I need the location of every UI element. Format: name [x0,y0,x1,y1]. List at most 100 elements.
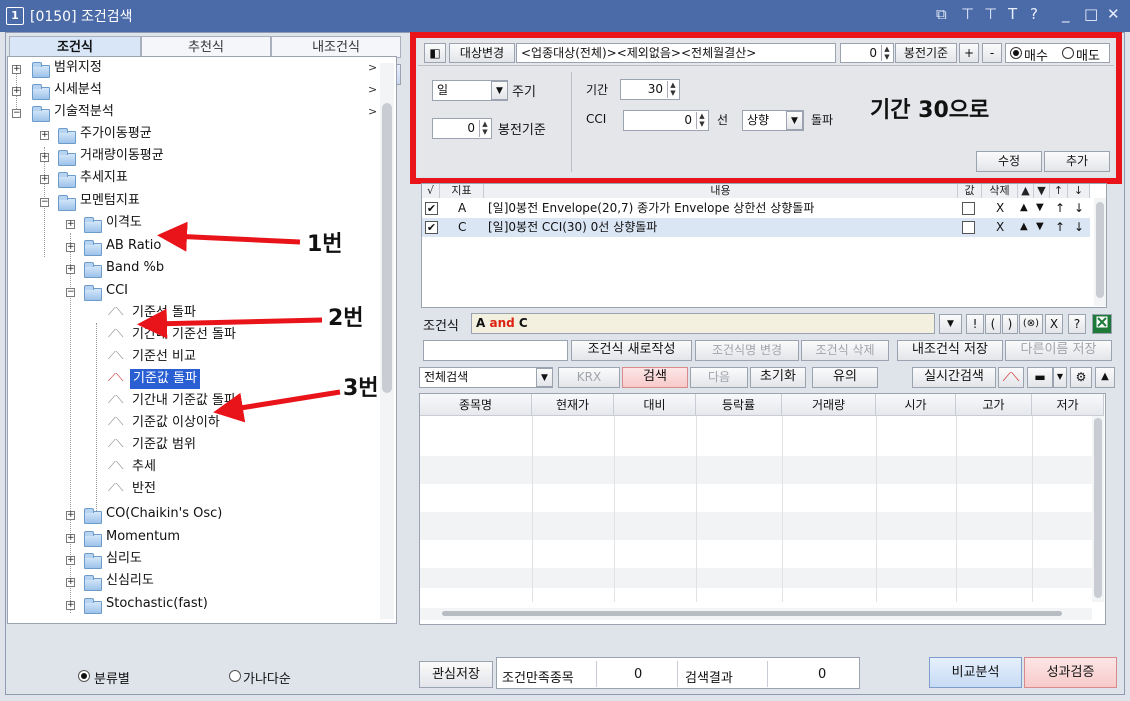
row-c-move-bottom-icon[interactable]: ↓ [1074,218,1084,236]
formula-value: A and C [476,316,528,330]
col-stock-name[interactable]: 종목명 [420,394,532,416]
rename-formula-button[interactable]: 조건식명 변경 [695,340,799,361]
col-low[interactable]: 저가 [1032,394,1104,416]
delete-formula-button[interactable]: 조건식 삭제 [801,340,889,361]
annotation-step-2: 2번 [328,306,364,331]
collapse-up-icon[interactable]: ▲ [1095,367,1115,388]
stop-icon[interactable]: ▬ [1027,367,1053,388]
formula-help-button[interactable]: ? [1068,314,1086,334]
period-label: 주기 [512,85,536,100]
row-a-checkbox[interactable]: ✔ [425,202,438,215]
save-my-formula-button[interactable]: 내조건식 저장 [897,340,1003,361]
formula-input[interactable]: A and C [471,313,935,334]
col-current-price[interactable]: 현재가 [532,394,614,416]
row-a-move-down-icon[interactable]: ▼ [1036,199,1044,217]
row-c-move-down-icon[interactable]: ▼ [1036,218,1044,236]
caution-button[interactable]: 유의 [812,367,878,388]
annotation-step-3: 3번 [343,376,379,401]
term-spinner-icon[interactable]: ▲ ▼ [667,81,678,98]
buy-radio[interactable] [1010,47,1022,59]
formula-close-paren-button[interactable]: ) [1002,314,1018,334]
target-text-field: <업종대상(전체)><제외없음><전체월결산> [516,43,836,63]
new-formula-button[interactable]: 조건식 새로작성 [571,340,692,361]
bong2-label: 봉전기준 [498,123,546,138]
result-count-value: 0 [818,667,827,682]
target-change-button[interactable]: 대상변경 [449,43,515,63]
excel-icon[interactable] [1092,314,1112,334]
result-hscrollbar[interactable] [420,608,1092,620]
search-button[interactable]: 검색 [622,367,688,388]
row-a-move-bottom-icon[interactable]: ↓ [1074,199,1084,217]
realtime-search-button[interactable]: 실시간검색 [912,367,996,388]
col-volume[interactable]: 거래량 [782,394,876,416]
col-open[interactable]: 시가 [876,394,956,416]
col-high[interactable]: 고가 [956,394,1032,416]
krx-button[interactable]: KRX [558,367,620,388]
row-c-move-up-icon[interactable]: ▲ [1020,218,1028,236]
row-c-content[interactable]: [일]0봉전 CCI(30) 0선 상향돌파 [488,218,657,236]
row-c-delete[interactable]: X [996,218,1004,236]
row-a-move-up-icon[interactable]: ▲ [1020,199,1028,217]
formula-label: 조건식 [423,319,459,334]
col-change-rate[interactable]: 등락률 [696,394,782,416]
search-scope-select[interactable]: 전체검색 [419,367,553,388]
row-c-move-top-icon[interactable]: ↑ [1055,218,1065,236]
row-c-checkbox[interactable]: ✔ [425,221,438,234]
row-a-id: A [458,201,467,215]
sell-radio[interactable] [1062,47,1074,59]
expand-panel-icon[interactable]: ◧ [424,43,446,63]
formula-not-button[interactable]: ! [966,314,984,334]
row-c-value-checkbox[interactable] [962,221,975,234]
row-a-value-checkbox[interactable] [962,202,975,215]
col-value: 값 [958,184,982,198]
col-indicator: 지표 [440,184,484,198]
matched-value: 0 [634,667,643,682]
break-label: 돌파 [811,113,834,127]
performance-verify-button[interactable]: 성과검증 [1024,657,1117,688]
col-change[interactable]: 대비 [614,394,696,416]
matched-label: 조건만족종목 [502,671,574,686]
formula-name-input[interactable] [423,340,568,361]
result-vscrollbar[interactable] [1092,416,1104,602]
chart-line-icon[interactable]: ⟋⟍ [998,367,1024,388]
col-down: ▼ [1034,184,1050,198]
search-scope-dropdown-icon[interactable]: ▼ [536,368,553,387]
annotation-term-30: 기간 30으로 [870,98,990,123]
col-check: √ [422,184,440,198]
reset-button[interactable]: 초기화 [750,367,806,388]
col-top: ↑ [1050,184,1068,198]
result-grid: 종목명 현재가 대비 등락률 거래량 시가 고가 저가 [419,393,1106,625]
bong-spinner-icon[interactable]: ▲ ▼ [881,45,892,61]
options-dropdown-icon[interactable]: ▼ [1053,367,1067,388]
save-as-button[interactable]: 다른이름 저장 [1005,340,1112,361]
row-c-id: C [458,220,467,234]
row-a-delete[interactable]: X [996,199,1004,217]
term-label: 기간 [586,83,609,97]
gear-icon[interactable]: ⚙ [1070,367,1092,388]
line-label: 선 [717,113,729,127]
direction-dropdown-icon[interactable]: ▼ [786,111,803,130]
formula-dropdown-icon[interactable]: ▼ [939,314,962,334]
plus-button[interactable]: + [959,43,979,63]
col-up: ▲ [1018,184,1034,198]
add-button[interactable]: 추가 [1044,151,1110,172]
edit-button[interactable]: 수정 [976,151,1042,172]
cci-spinner-icon[interactable]: ▲ ▼ [696,112,707,129]
condition-scrollbar[interactable] [1094,198,1106,306]
col-bottom: ↓ [1068,184,1090,198]
formula-clear-paren-button[interactable]: (⊗) [1019,314,1043,334]
compare-analysis-button[interactable]: 비교분석 [929,657,1022,688]
bong-basis-button[interactable]: 봉전기준 [895,43,957,63]
buy-label: 매수 [1024,49,1048,64]
row-a-move-top-icon[interactable]: ↑ [1055,199,1065,217]
minus-button[interactable]: - [982,43,1002,63]
save-watchlist-button[interactable]: 관심저장 [419,661,493,688]
bong2-spinner-icon[interactable]: ▲ ▼ [479,120,490,137]
row-a-content[interactable]: [일]0봉전 Envelope(20,7) 종가가 Envelope 상한선 상… [488,199,814,217]
period-dropdown-icon[interactable]: ▼ [491,81,508,100]
formula-open-paren-button[interactable]: ( [985,314,1001,334]
formula-x-button[interactable]: X [1045,314,1063,334]
annotation-step-1: 1번 [307,232,343,257]
cci-label: CCI [586,112,607,126]
next-result-button[interactable]: 다음 [690,367,748,388]
